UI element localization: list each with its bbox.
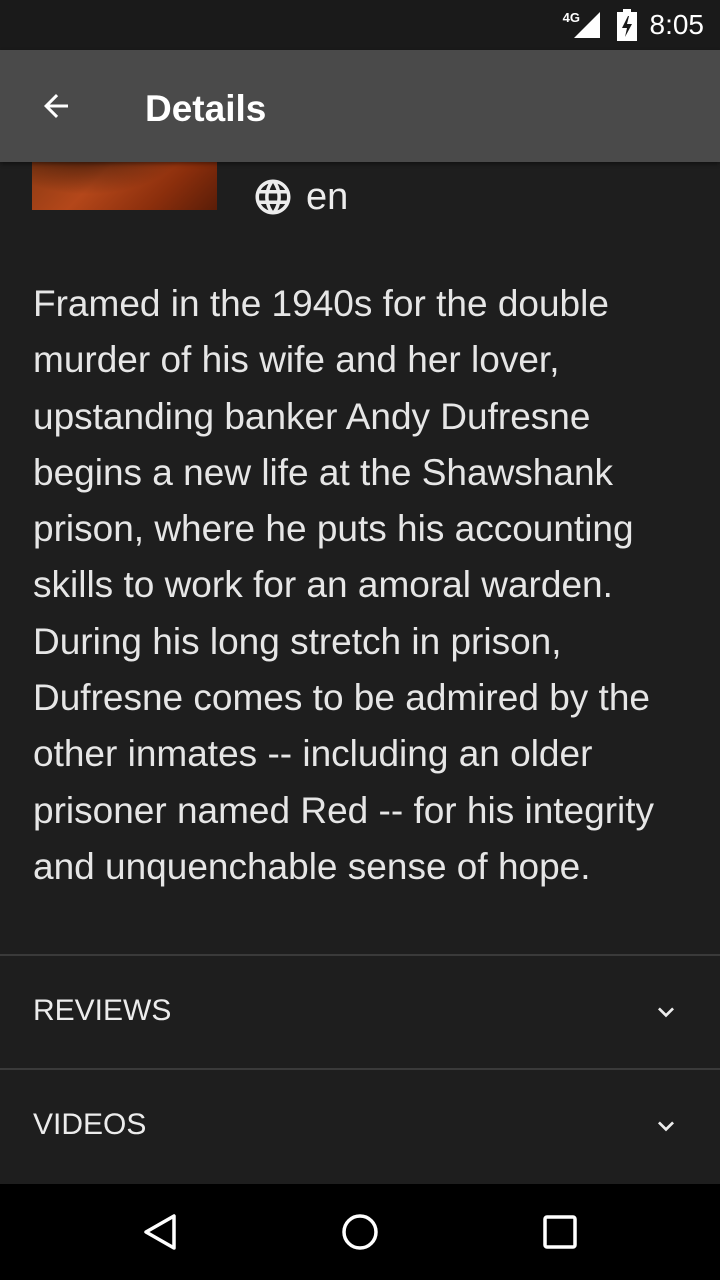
arrow-back-icon bbox=[44, 94, 68, 118]
status-bar: 4G 8:05 bbox=[0, 0, 720, 50]
clock: 8:05 bbox=[649, 9, 705, 40]
movie-poster bbox=[32, 162, 217, 210]
system-navigation-bar bbox=[0, 1184, 720, 1280]
nav-home-icon[interactable] bbox=[338, 1210, 382, 1254]
globe-icon bbox=[255, 179, 291, 215]
nav-back-icon[interactable] bbox=[138, 1210, 182, 1254]
language-row: en bbox=[252, 174, 348, 220]
details-content[interactable]: en Framed in the 1940s for the double mu… bbox=[0, 162, 720, 1182]
reviews-section-header[interactable]: REVIEWS bbox=[0, 956, 720, 1068]
chevron-down-icon[interactable] bbox=[650, 996, 682, 1028]
signal-icon bbox=[573, 12, 600, 38]
movie-overview: Framed in the 1940s for the double murde… bbox=[33, 283, 655, 887]
page-title: Details bbox=[145, 88, 267, 129]
back-button[interactable] bbox=[24, 78, 88, 134]
reviews-label: REVIEWS bbox=[33, 994, 172, 1027]
chevron-down-icon[interactable] bbox=[650, 1110, 682, 1142]
app-bar: Details bbox=[0, 50, 720, 162]
battery-charging-icon bbox=[616, 9, 637, 41]
nav-recents-icon[interactable] bbox=[538, 1210, 582, 1254]
videos-label: VIDEOS bbox=[33, 1108, 147, 1141]
videos-section-header[interactable]: VIDEOS bbox=[0, 1070, 720, 1182]
language-value: en bbox=[306, 175, 349, 218]
